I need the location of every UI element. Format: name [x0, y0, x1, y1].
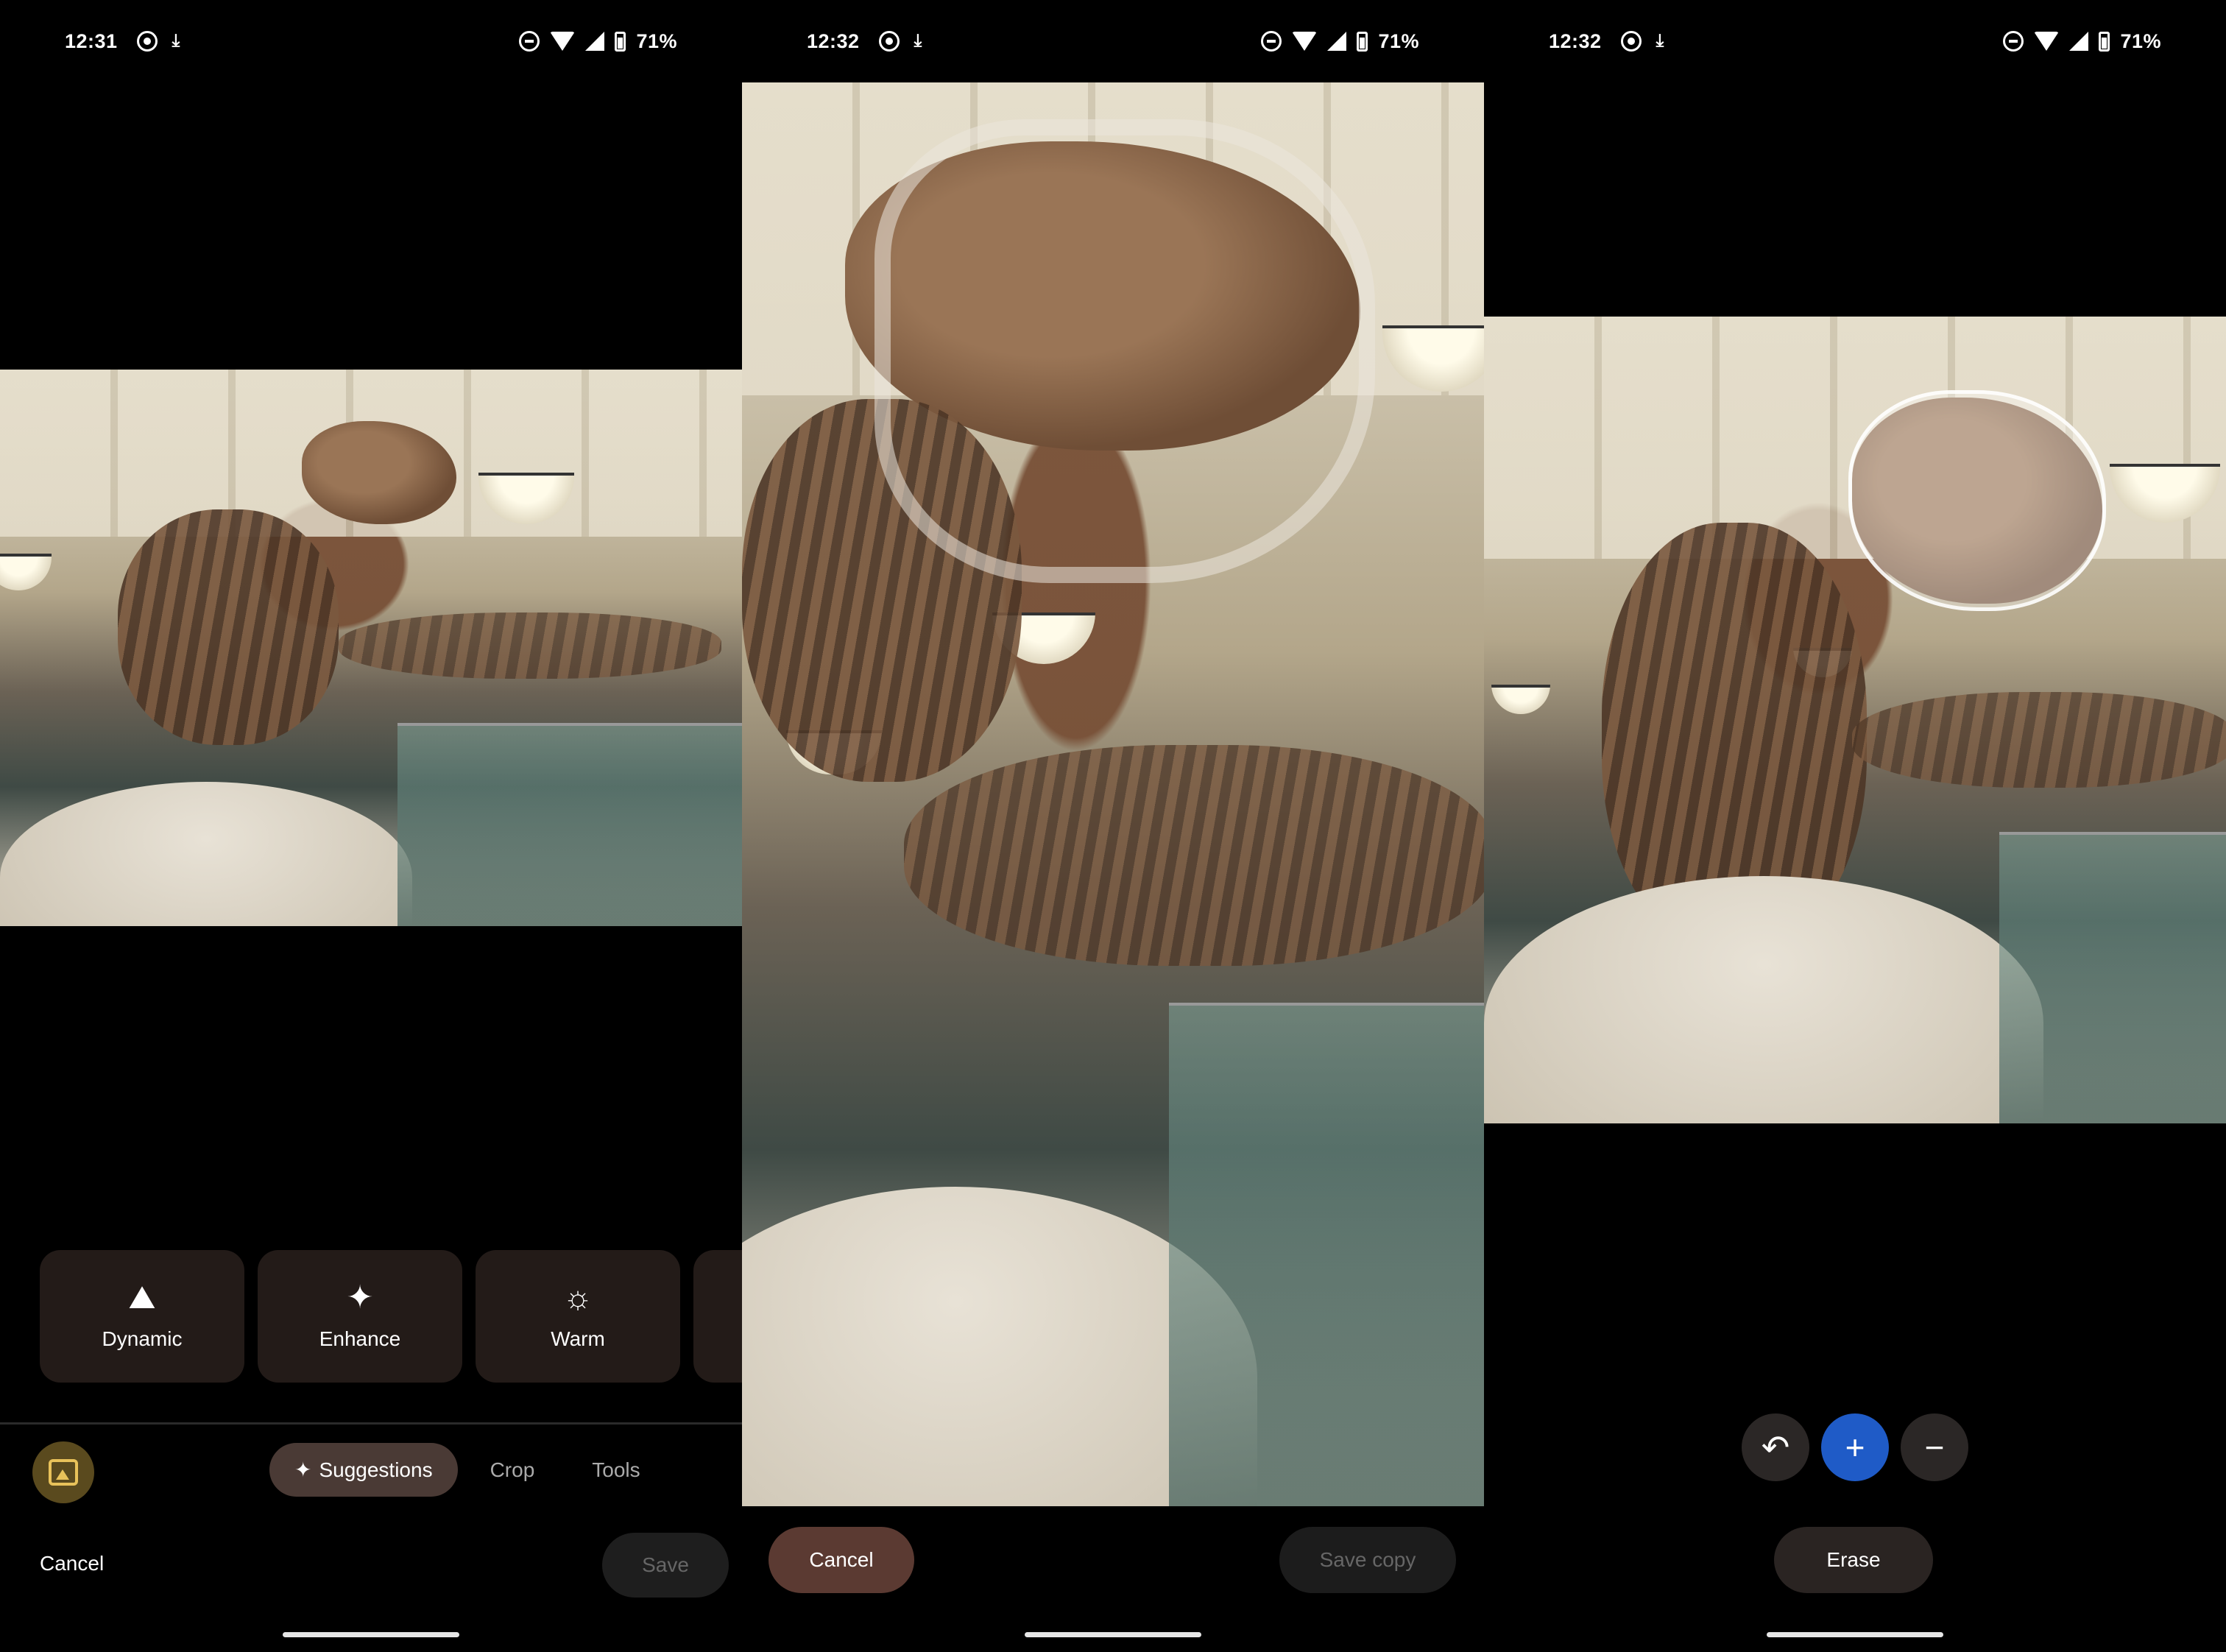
wifi-icon [550, 32, 576, 51]
divider [0, 1422, 742, 1425]
suggestion-label: Warm [551, 1327, 605, 1350]
photo-lamp [0, 554, 52, 590]
tab-suggestions[interactable]: ✦ Suggestions [269, 1443, 458, 1497]
status-time: 12:32 [1549, 29, 1602, 52]
save-copy-button[interactable]: Save copy [1279, 1527, 1456, 1593]
home-indicator[interactable] [283, 1632, 459, 1637]
cancel-button[interactable]: Cancel [768, 1527, 914, 1593]
home-indicator[interactable] [1767, 1632, 1943, 1637]
battery-icon [1357, 31, 1368, 52]
remove-selection-button[interactable]: − [1901, 1413, 1968, 1481]
remove-icon: − [1924, 1428, 1945, 1466]
photo-canvas[interactable] [742, 82, 1484, 1506]
sauropod-skeleton [339, 613, 721, 679]
signal-icon [585, 32, 605, 51]
photo-preview[interactable] [0, 370, 742, 926]
cancel-button[interactable]: Cancel [40, 1552, 104, 1575]
glass-barrier [1169, 1003, 1484, 1506]
photo-icon [49, 1459, 78, 1486]
download-icon: ⤓ [172, 31, 180, 51]
do-not-disturb-icon [2003, 31, 2024, 52]
battery-icon [615, 31, 626, 52]
suggestion-label: Dynamic [102, 1327, 183, 1350]
battery-level: 71% [1378, 29, 1419, 52]
wifi-icon [2034, 32, 2060, 51]
suggestion-cards: ⛰ Dynamic ✦ Enhance ☼ Warm [40, 1250, 742, 1383]
display-rock [1484, 876, 2043, 1123]
suggestion-enhance[interactable]: ✦ Enhance [258, 1250, 462, 1383]
battery-icon [2099, 31, 2110, 52]
gallery-button[interactable] [32, 1441, 94, 1503]
erase-button[interactable]: Erase [1774, 1527, 1933, 1593]
editor-tabs: ✦ Suggestions Crop Tools [269, 1443, 665, 1497]
magic-eraser-erase-screen: 12:32 ⤓ 71% ↶ + − Erase [1484, 0, 2226, 1652]
do-not-disturb-icon [1261, 31, 1282, 52]
display-rock [0, 782, 412, 926]
sauropod-skeleton [904, 745, 1484, 966]
photo-canvas[interactable] [1484, 317, 2226, 1123]
status-time: 12:32 [807, 29, 860, 52]
selection-lasso [875, 119, 1375, 583]
suggestion-next-partial[interactable] [693, 1250, 742, 1383]
editor-suggestions-screen: 12:31 ⤓ 71% ⛰ Dynamic ✦ Enhance ☼ Warm ✦… [0, 0, 742, 1652]
suggestion-dynamic[interactable]: ⛰ Dynamic [40, 1250, 244, 1383]
do-not-disturb-icon [519, 31, 540, 52]
selected-object-mask [1848, 390, 2106, 611]
signal-icon [1327, 32, 1347, 51]
sun-icon: ☼ [562, 1279, 593, 1316]
undo-icon: ↶ [1761, 1428, 1790, 1466]
wifi-icon [1292, 32, 1318, 51]
home-indicator[interactable] [1025, 1632, 1201, 1637]
sparkle-icon: ✦ [346, 1279, 374, 1316]
magic-eraser-select-screen: 12:32 ⤓ 71% Cancel Save copy [742, 0, 1484, 1652]
screen-record-icon [878, 31, 900, 52]
screen-record-icon [136, 31, 158, 52]
screen-record-icon [1620, 31, 1642, 52]
sparkle-icon: ✦ [294, 1458, 312, 1481]
undo-button[interactable]: ↶ [1742, 1413, 1809, 1481]
status-time: 12:31 [65, 29, 118, 52]
download-icon: ⤓ [1656, 31, 1664, 51]
status-bar: 12:32 ⤓ 71% [1484, 0, 2226, 82]
suggestion-label: Enhance [319, 1327, 401, 1350]
download-icon: ⤓ [914, 31, 922, 51]
add-selection-button[interactable]: + [1821, 1413, 1889, 1481]
photo-lamp [1491, 685, 1550, 714]
status-bar: 12:31 ⤓ 71% [0, 0, 742, 82]
mountain-icon: ⛰ [128, 1279, 156, 1316]
add-icon: + [1845, 1428, 1865, 1466]
battery-level: 71% [636, 29, 677, 52]
suggestion-warm[interactable]: ☼ Warm [476, 1250, 680, 1383]
sauropod-skeleton [1852, 692, 2226, 788]
battery-level: 71% [2120, 29, 2161, 52]
glass-barrier [1999, 832, 2226, 1123]
tab-tools[interactable]: Tools [567, 1444, 665, 1497]
save-button[interactable]: Save [602, 1533, 729, 1598]
tab-label: Suggestions [319, 1458, 433, 1481]
signal-icon [2069, 32, 2089, 51]
status-bar: 12:32 ⤓ 71% [742, 0, 1484, 82]
glass-barrier [398, 723, 742, 926]
trex-skeleton [118, 509, 339, 745]
tab-crop[interactable]: Crop [465, 1444, 560, 1497]
